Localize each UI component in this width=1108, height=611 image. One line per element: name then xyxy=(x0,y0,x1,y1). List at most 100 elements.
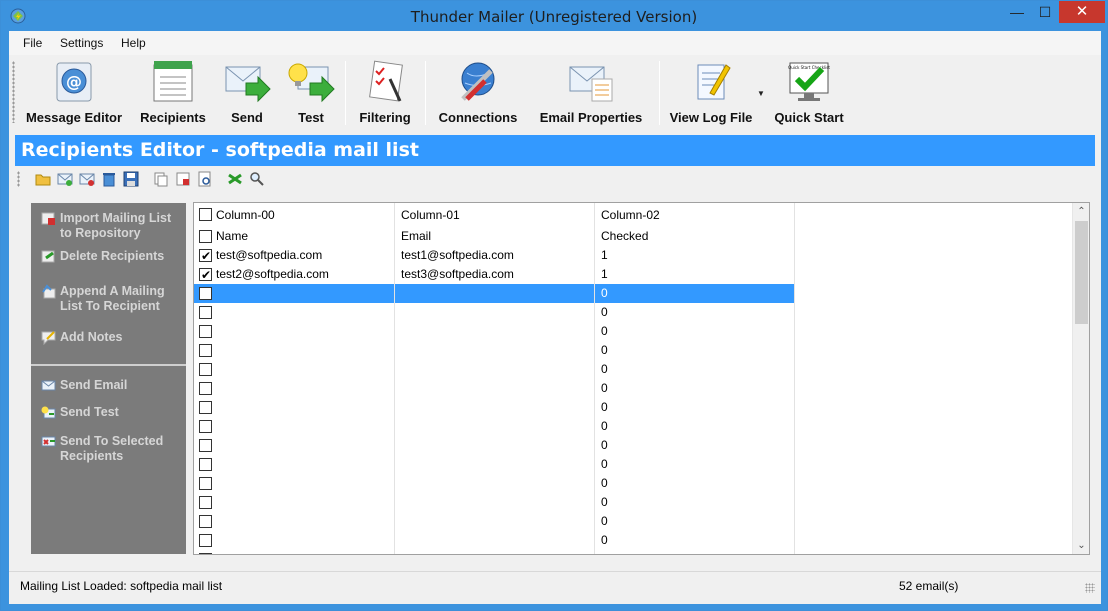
row-checkbox[interactable] xyxy=(199,477,212,490)
cell-column-00[interactable] xyxy=(194,284,395,303)
preview-icon[interactable] xyxy=(197,171,213,187)
cell-column-02[interactable]: 0 xyxy=(595,341,795,360)
cell-column-01[interactable] xyxy=(395,417,595,436)
cell-column-01[interactable] xyxy=(395,531,595,550)
table-row[interactable]: 0 xyxy=(194,417,1072,436)
maximize-button[interactable]: ☐ xyxy=(1031,1,1059,23)
menu-help[interactable]: Help xyxy=(121,36,146,50)
cell-column-00[interactable] xyxy=(194,379,395,398)
cell-column-00[interactable] xyxy=(194,360,395,379)
table-row[interactable]: 0 xyxy=(194,531,1072,550)
table-row[interactable]: 0 xyxy=(194,512,1072,531)
column-header-02[interactable]: Column-02 xyxy=(595,203,795,227)
email-properties-button[interactable]: Email Properties xyxy=(533,59,649,125)
vertical-scrollbar[interactable]: ⌃ ⌄ xyxy=(1072,203,1089,554)
cell-column-00[interactable] xyxy=(194,531,395,550)
cell-column-02[interactable]: 0 xyxy=(595,493,795,512)
cell-column-01[interactable]: test3@softpedia.com xyxy=(395,265,595,284)
row-checkbox[interactable] xyxy=(199,247,212,265)
cell-column-01[interactable] xyxy=(395,436,595,455)
column-header-00[interactable]: Column-00 xyxy=(194,203,395,227)
cell-column-02[interactable]: 0 xyxy=(595,360,795,379)
cell-column-00[interactable]: test2@softpedia.com xyxy=(194,265,395,284)
cell-column-01[interactable] xyxy=(395,341,595,360)
menu-settings[interactable]: Settings xyxy=(60,36,103,50)
cell-column-00[interactable] xyxy=(194,398,395,417)
close-button[interactable]: ✕ xyxy=(1059,1,1105,23)
cell-column-01[interactable]: Email xyxy=(395,227,595,246)
title-bar[interactable]: Thunder Mailer (Unregistered Version) — … xyxy=(1,1,1107,31)
cell-column-01[interactable] xyxy=(395,379,595,398)
cell-column-00[interactable] xyxy=(194,417,395,436)
select-all-checkbox[interactable] xyxy=(199,208,212,221)
table-row[interactable]: test2@softpedia.comtest3@softpedia.com1 xyxy=(194,265,1072,284)
send-to-selected-link[interactable]: Send To Selected Recipients xyxy=(41,434,181,464)
grid-header-row[interactable]: Column-00 Column-01 Column-02 xyxy=(194,203,1072,227)
add-mail-icon[interactable] xyxy=(57,171,73,187)
table-row[interactable]: test@softpedia.comtest1@softpedia.com1 xyxy=(194,246,1072,265)
cell-column-00[interactable] xyxy=(194,493,395,512)
search-icon[interactable] xyxy=(249,171,265,187)
cell-column-00[interactable] xyxy=(194,436,395,455)
row-checkbox[interactable] xyxy=(199,534,212,547)
cell-column-01[interactable] xyxy=(395,550,595,554)
toolbar-grip[interactable] xyxy=(12,61,15,123)
cell-column-02[interactable]: 0 xyxy=(595,436,795,455)
save-icon[interactable] xyxy=(123,171,139,187)
table-row[interactable]: 0 xyxy=(194,436,1072,455)
cell-column-00[interactable] xyxy=(194,341,395,360)
cell-column-00[interactable] xyxy=(194,455,395,474)
cell-column-02[interactable]: 0 xyxy=(595,455,795,474)
copy-icon[interactable] xyxy=(153,171,169,187)
cell-column-00[interactable] xyxy=(194,512,395,531)
cell-column-02[interactable]: 1 xyxy=(595,265,795,284)
cell-column-00[interactable] xyxy=(194,322,395,341)
cell-column-01[interactable] xyxy=(395,493,595,512)
cell-column-02[interactable]: 0 xyxy=(595,474,795,493)
minimize-button[interactable]: — xyxy=(1003,1,1031,23)
recipients-button[interactable]: Recipients xyxy=(135,59,211,125)
import-icon[interactable] xyxy=(175,171,191,187)
table-row[interactable]: 0 xyxy=(194,493,1072,512)
delete-recipients-link[interactable]: Delete Recipients xyxy=(41,249,181,264)
row-checkbox[interactable] xyxy=(199,363,212,376)
scroll-thumb[interactable] xyxy=(1075,221,1088,324)
row-checkbox[interactable] xyxy=(199,382,212,395)
cell-column-02[interactable]: 0 xyxy=(595,379,795,398)
message-editor-button[interactable]: @ Message Editor xyxy=(21,59,127,125)
cell-column-00[interactable] xyxy=(194,303,395,322)
editor-toolbar-grip[interactable] xyxy=(17,171,20,187)
cell-column-01[interactable] xyxy=(395,455,595,474)
table-row[interactable]: Name Email Checked xyxy=(194,227,1072,246)
row-checkbox[interactable] xyxy=(199,230,212,243)
scroll-down-icon[interactable]: ⌄ xyxy=(1073,537,1089,554)
filtering-button[interactable]: Filtering xyxy=(353,59,417,125)
table-row[interactable]: 0 xyxy=(194,398,1072,417)
cell-column-02[interactable]: 0 xyxy=(595,284,795,303)
cell-column-02[interactable]: 0 xyxy=(595,303,795,322)
cell-column-01[interactable] xyxy=(395,474,595,493)
cell-column-02[interactable]: 0 xyxy=(595,398,795,417)
shuffle-icon[interactable] xyxy=(227,171,243,187)
row-checkbox[interactable] xyxy=(199,287,212,300)
row-checkbox[interactable] xyxy=(199,420,212,433)
cell-column-02[interactable]: 1 xyxy=(595,246,795,265)
table-row[interactable]: 0 xyxy=(194,455,1072,474)
cell-column-02[interactable]: 0 xyxy=(595,550,795,554)
cell-column-01[interactable] xyxy=(395,284,595,303)
send-button[interactable]: Send xyxy=(219,59,275,125)
table-row[interactable]: 0 xyxy=(194,341,1072,360)
append-mailing-list-link[interactable]: Append A Mailing List To Recipient xyxy=(41,284,181,314)
row-checkbox[interactable] xyxy=(199,496,212,509)
cell-column-02[interactable]: 0 xyxy=(595,417,795,436)
cell-column-00[interactable] xyxy=(194,550,395,554)
table-row[interactable]: 0 xyxy=(194,360,1072,379)
table-row[interactable]: 0 xyxy=(194,303,1072,322)
row-checkbox[interactable] xyxy=(199,553,212,554)
table-row[interactable]: 0 xyxy=(194,322,1072,341)
row-checkbox[interactable] xyxy=(199,325,212,338)
cell-column-02[interactable]: Checked xyxy=(595,227,795,246)
cell-column-02[interactable]: 0 xyxy=(595,531,795,550)
cell-column-01[interactable] xyxy=(395,322,595,341)
cell-column-02[interactable]: 0 xyxy=(595,322,795,341)
